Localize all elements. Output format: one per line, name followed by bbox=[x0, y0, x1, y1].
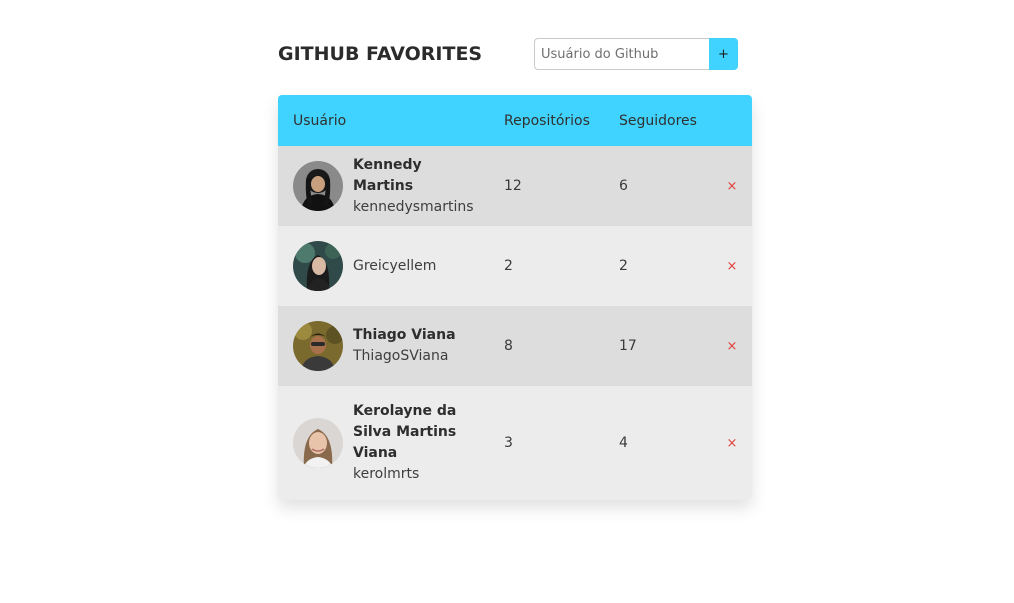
add-favorite-button[interactable]: + bbox=[709, 38, 738, 70]
avatar bbox=[293, 418, 343, 468]
table-body: Kennedy Martins kennedysmartins 12 6 × G… bbox=[278, 146, 752, 500]
remove-button[interactable]: × bbox=[727, 339, 738, 354]
github-user-input[interactable] bbox=[534, 38, 709, 70]
page-title: GITHUB FAVORITES bbox=[278, 43, 483, 65]
table-header-row: Usuário Repositórios Seguidores bbox=[278, 95, 752, 146]
app-container: GITHUB FAVORITES + Usuário Repositórios … bbox=[278, 38, 752, 500]
remove-button[interactable]: × bbox=[727, 179, 738, 194]
repositories-count: 12 bbox=[504, 178, 522, 194]
avatar bbox=[293, 161, 343, 211]
followers-count: 17 bbox=[619, 338, 637, 354]
column-header-repositories: Repositórios bbox=[504, 112, 590, 129]
header: GITHUB FAVORITES + bbox=[278, 38, 752, 70]
user-text: Greicyellem bbox=[353, 256, 478, 277]
user-login: Greicyellem bbox=[353, 257, 437, 274]
repositories-count: 3 bbox=[504, 435, 513, 451]
user-name: Kennedy Martins bbox=[353, 156, 422, 194]
table-header: Usuário Repositórios Seguidores bbox=[278, 95, 752, 146]
column-header-actions bbox=[712, 95, 752, 146]
column-header-user: Usuário bbox=[293, 112, 347, 129]
user-name: Kerolayne da Silva Martins Viana bbox=[353, 403, 457, 461]
user-cell: Kennedy Martins kennedysmartins bbox=[278, 146, 489, 226]
user-info: Thiago Viana ThiagoSViana bbox=[293, 321, 489, 371]
followers-count: 2 bbox=[619, 258, 628, 274]
remove-button[interactable]: × bbox=[727, 259, 738, 274]
table-row: Thiago Viana ThiagoSViana 8 17 × bbox=[278, 306, 752, 386]
table-row: Kennedy Martins kennedysmartins 12 6 × bbox=[278, 146, 752, 226]
table-row: Kerolayne da Silva Martins Viana kerolmr… bbox=[278, 386, 752, 500]
favorites-table: Usuário Repositórios Seguidores Kennedy … bbox=[278, 95, 752, 500]
user-text: Kennedy Martins kennedysmartins bbox=[353, 155, 478, 218]
actions-cell: × bbox=[712, 386, 752, 500]
repositories-count: 8 bbox=[504, 338, 513, 354]
user-login: ThiagoSViana bbox=[353, 348, 449, 364]
user-name: Thiago Viana bbox=[353, 327, 456, 343]
actions-cell: × bbox=[712, 226, 752, 306]
actions-cell: × bbox=[712, 146, 752, 226]
user-cell: Kerolayne da Silva Martins Viana kerolmr… bbox=[278, 386, 489, 500]
user-text: Kerolayne da Silva Martins Viana kerolmr… bbox=[353, 401, 478, 485]
actions-cell: × bbox=[712, 306, 752, 386]
repositories-count: 2 bbox=[504, 258, 513, 274]
user-login: kerolmrts bbox=[353, 466, 420, 482]
avatar bbox=[293, 321, 343, 371]
user-cell: Greicyellem bbox=[278, 226, 489, 306]
search-form: + bbox=[534, 38, 738, 70]
column-header-followers: Seguidores bbox=[619, 112, 697, 129]
user-login: kennedysmartins bbox=[353, 198, 474, 215]
user-cell: Thiago Viana ThiagoSViana bbox=[278, 306, 489, 386]
user-text: Thiago Viana ThiagoSViana bbox=[353, 325, 478, 367]
remove-button[interactable]: × bbox=[727, 436, 738, 451]
avatar bbox=[293, 241, 343, 291]
table-row: Greicyellem 2 2 × bbox=[278, 226, 752, 306]
followers-count: 6 bbox=[619, 178, 628, 194]
followers-count: 4 bbox=[619, 435, 628, 451]
user-info: Greicyellem bbox=[293, 241, 489, 291]
user-info: Kennedy Martins kennedysmartins bbox=[293, 155, 489, 218]
user-info: Kerolayne da Silva Martins Viana kerolmr… bbox=[293, 401, 489, 485]
